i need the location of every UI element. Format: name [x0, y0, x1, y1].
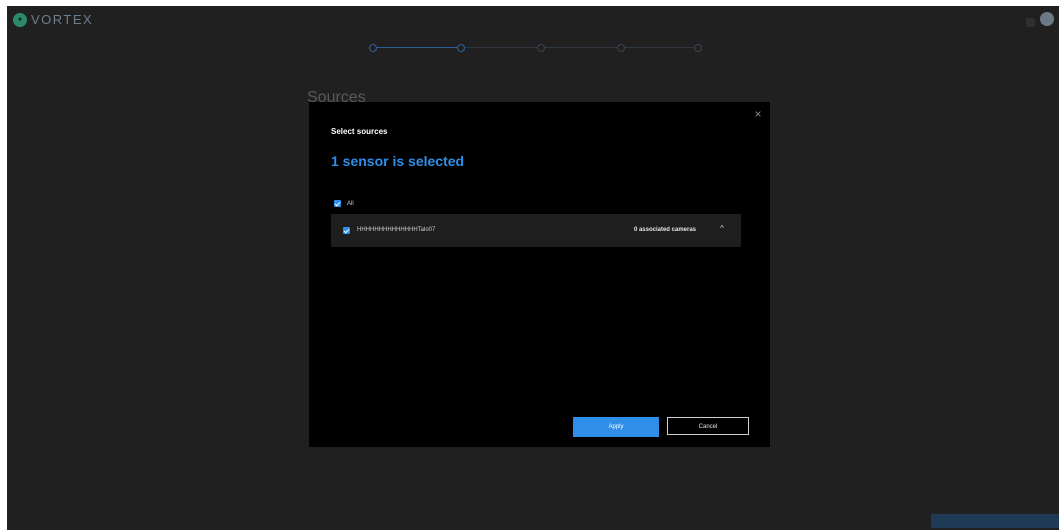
brand-name: VORTEX — [31, 12, 94, 27]
user-avatar-icon[interactable] — [1040, 12, 1054, 26]
previous-button[interactable] — [879, 514, 919, 528]
associated-cameras-count: 0 associated cameras — [633, 227, 696, 233]
wizard-stepper — [369, 44, 702, 74]
selection-count-heading: 1 sensor is selected — [331, 153, 465, 169]
sensor-row[interactable]: HHHHHHHHHHHHHHTalo07 0 associated camera… — [331, 214, 741, 247]
stepper-progress-line — [372, 47, 462, 48]
vortex-logo-icon: ✦ — [13, 12, 27, 27]
chevron-up-icon[interactable]: ^ — [717, 224, 727, 234]
app-screen: ✦ VORTEX Sources × Select sources 1 sens… — [7, 6, 1059, 530]
cancel-button[interactable]: Cancel — [667, 417, 749, 435]
stepper-track-line — [462, 47, 699, 48]
select-sources-modal: × Select sources 1 sensor is selected Al… — [309, 102, 770, 447]
select-all-row[interactable]: All — [334, 200, 354, 207]
apply-button[interactable]: Apply — [573, 417, 659, 437]
next-button[interactable] — [931, 514, 1059, 528]
step-dot-3 — [537, 44, 545, 52]
select-all-label: All — [347, 200, 354, 207]
modal-title: Select sources — [331, 127, 388, 136]
app-header: ✦ VORTEX — [7, 6, 1059, 36]
sensor-checkbox[interactable] — [343, 227, 350, 234]
step-dot-2 — [457, 44, 465, 52]
step-dot-5 — [694, 44, 702, 52]
select-all-checkbox[interactable] — [334, 200, 341, 207]
sensor-name: HHHHHHHHHHHHHHTalo07 — [357, 227, 436, 233]
vortex-logo[interactable]: ✦ VORTEX — [13, 12, 93, 27]
close-icon[interactable]: × — [752, 108, 764, 120]
step-dot-1 — [369, 44, 377, 52]
step-dot-4 — [617, 44, 625, 52]
notification-icon[interactable] — [1026, 18, 1035, 27]
